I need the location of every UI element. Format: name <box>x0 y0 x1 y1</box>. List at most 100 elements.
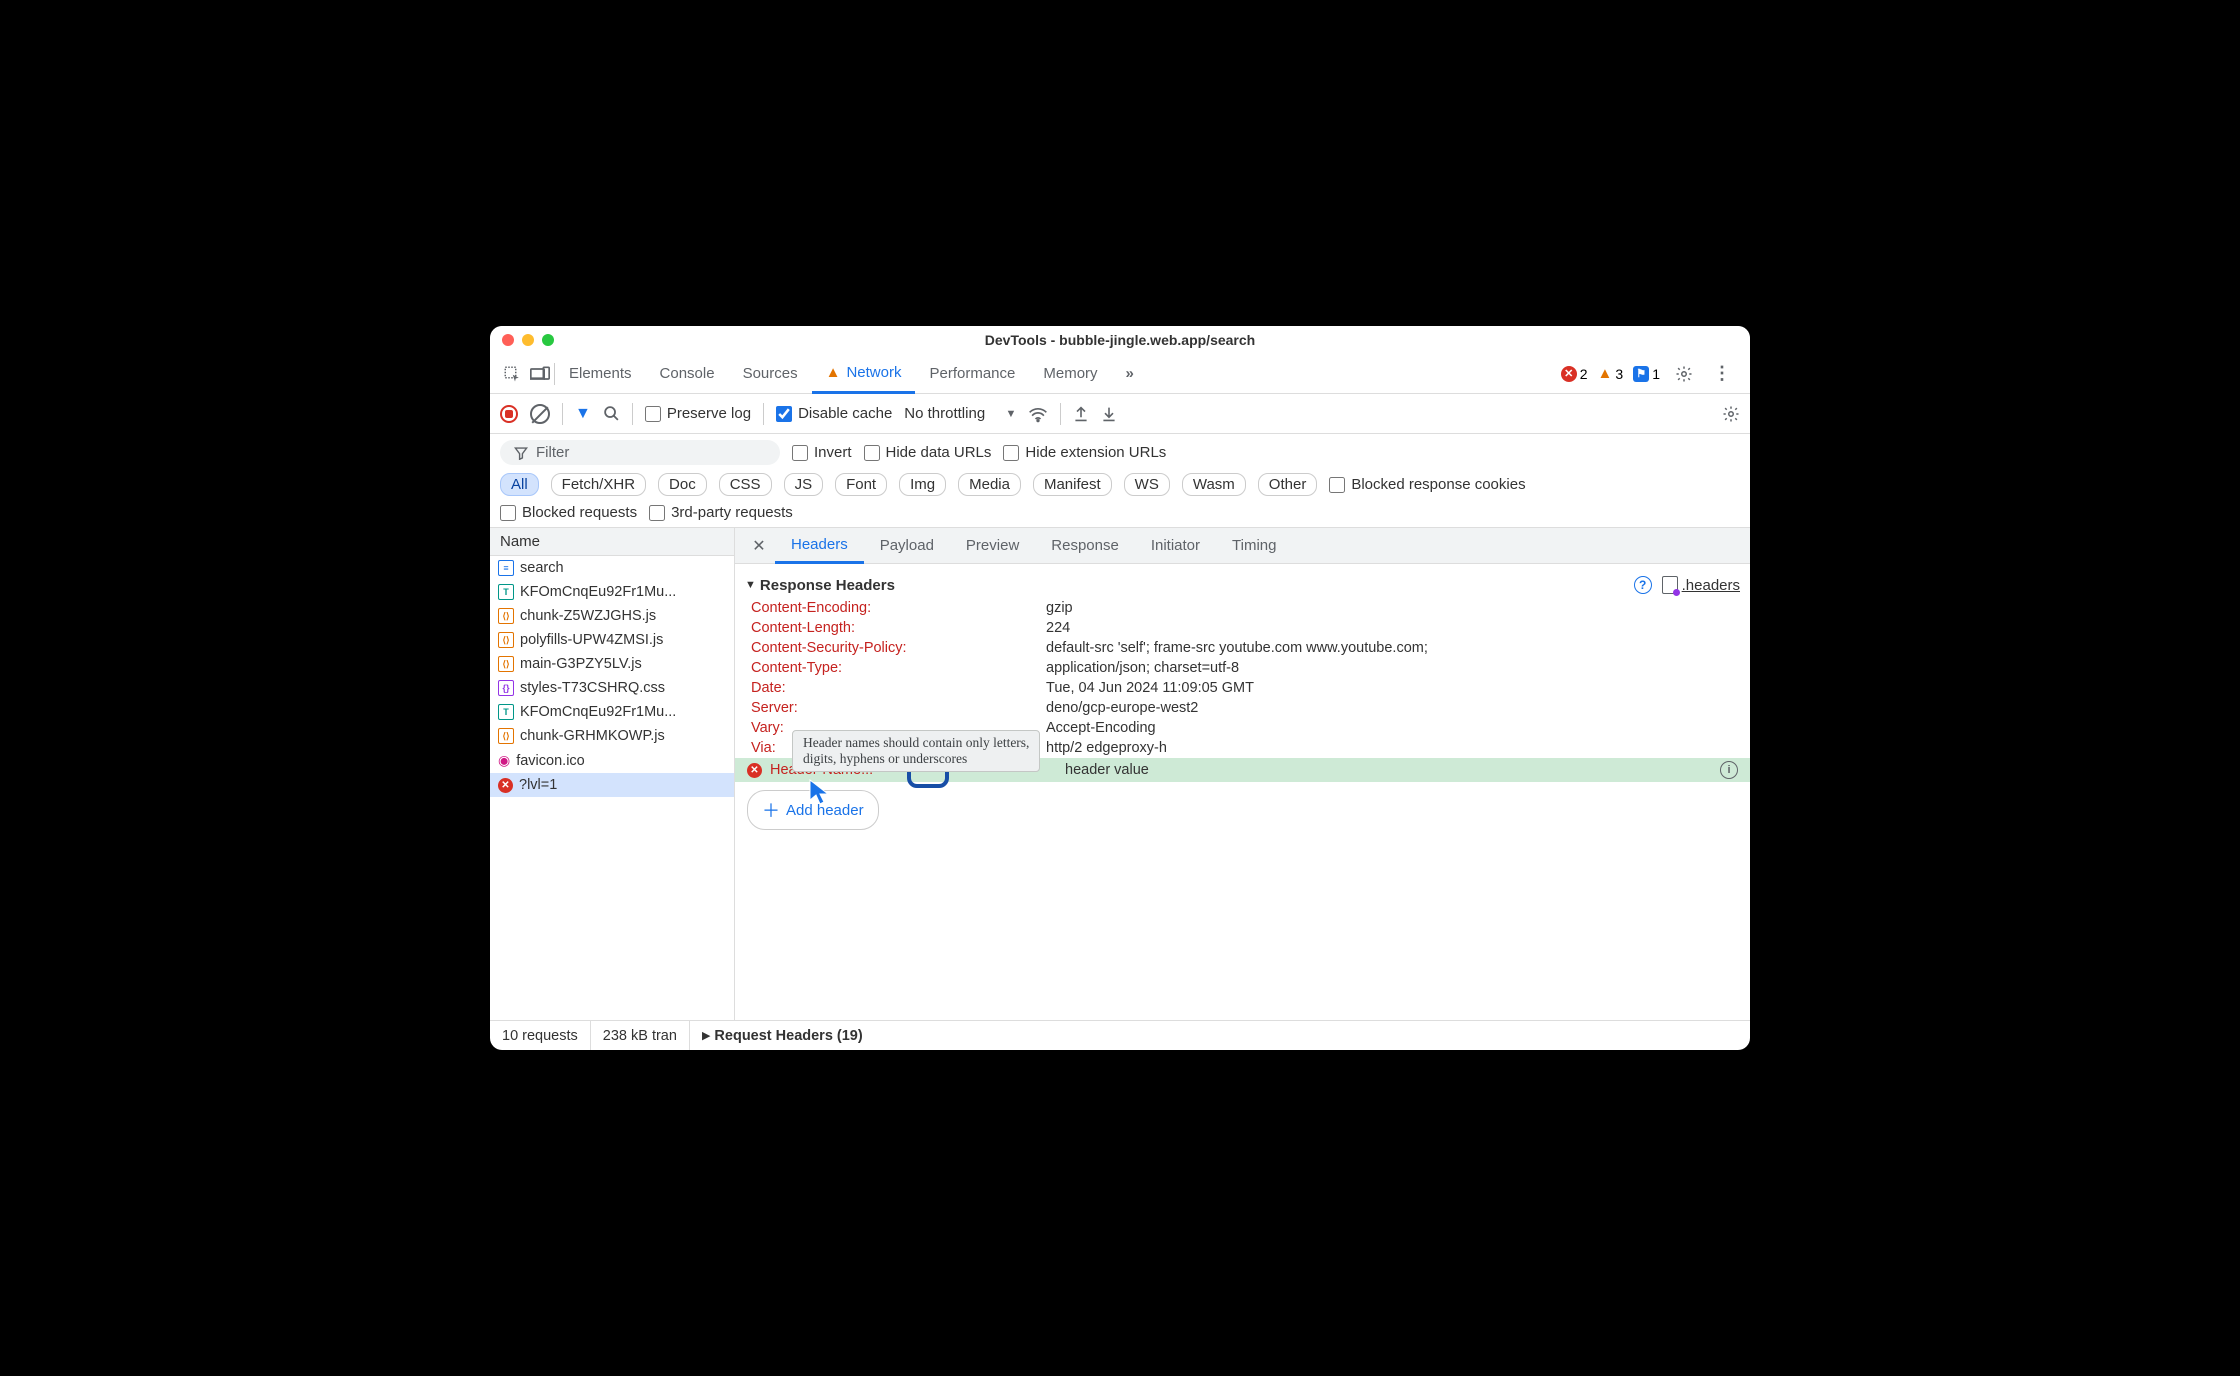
file-type-icon: ⟨⟩ <box>498 656 514 672</box>
close-window-button[interactable] <box>502 334 514 346</box>
remove-header-icon[interactable]: ✕ <box>747 763 762 778</box>
filter-type-media[interactable]: Media <box>958 473 1021 496</box>
request-name: main-G3PZY5LV.js <box>520 656 642 672</box>
new-header-value[interactable]: header value <box>1065 762 1149 778</box>
request-row[interactable]: ⟨⟩polyfills-UPW4ZMSI.js <box>490 628 734 652</box>
request-row[interactable]: ⟨⟩chunk-Z5WZJGHS.js <box>490 604 734 628</box>
header-value: application/json; charset=utf-8 <box>1046 660 1239 676</box>
subtab-headers[interactable]: Headers <box>775 528 864 564</box>
file-type-icon: ⟨⟩ <box>498 632 514 648</box>
new-header-row[interactable]: ✕ Header-Name!!! Header names should con… <box>735 758 1750 782</box>
filter-type-fetch[interactable]: Fetch/XHR <box>551 473 646 496</box>
tab-console[interactable]: Console <box>646 354 729 394</box>
clear-button[interactable] <box>530 404 550 424</box>
headers-pane: ▼ Response Headers ? .headers Content-En… <box>735 564 1750 1020</box>
upload-har-icon[interactable] <box>1073 405 1089 423</box>
disclosure-triangle-icon: ▼ <box>745 579 756 591</box>
header-row: Server:deno/gcp-europe-west2 <box>735 698 1750 718</box>
filter-type-other[interactable]: Other <box>1258 473 1318 496</box>
record-button[interactable] <box>500 405 518 423</box>
tab-memory[interactable]: Memory <box>1029 354 1111 394</box>
column-header-name[interactable]: Name <box>490 528 734 556</box>
filter-type-ws[interactable]: WS <box>1124 473 1170 496</box>
errors-badge[interactable]: ✕2 <box>1561 366 1588 382</box>
request-name: chunk-GRHMKOWP.js <box>520 728 665 744</box>
subtab-initiator[interactable]: Initiator <box>1135 528 1216 564</box>
disable-cache-checkbox[interactable]: Disable cache <box>776 405 892 422</box>
filter-type-css[interactable]: CSS <box>719 473 772 496</box>
filter-type-manifest[interactable]: Manifest <box>1033 473 1112 496</box>
settings-gear-icon[interactable] <box>1670 360 1698 388</box>
request-row[interactable]: T KFOmCnqEu92Fr1Mu... <box>490 700 734 724</box>
request-row[interactable]: ⟨⟩ main-G3PZY5LV.js <box>490 652 734 676</box>
header-name: Content-Type: <box>751 660 1046 676</box>
invert-checkbox[interactable]: Invert <box>792 444 852 461</box>
subtab-response[interactable]: Response <box>1035 528 1135 564</box>
file-type-icon: {} <box>498 680 514 696</box>
network-conditions-icon[interactable] <box>1028 405 1048 423</box>
tab-network[interactable]: ▲Network <box>812 354 916 394</box>
devtools-window: DevTools - bubble-jingle.web.app/search … <box>490 326 1750 1050</box>
blocked-requests-checkbox[interactable]: Blocked requests <box>500 504 637 521</box>
minimize-window-button[interactable] <box>522 334 534 346</box>
request-row[interactable]: ✕?lvl=1 <box>490 773 734 797</box>
response-headers-section[interactable]: ▼ Response Headers ? .headers <box>735 572 1750 598</box>
request-row[interactable]: {}styles-T73CSHRQ.css <box>490 676 734 700</box>
header-name: Content-Length: <box>751 620 1046 636</box>
subtab-preview[interactable]: Preview <box>950 528 1035 564</box>
blocked-cookies-checkbox[interactable]: Blocked response cookies <box>1329 476 1525 493</box>
chevron-down-icon: ▼ <box>1006 408 1017 420</box>
subtab-timing[interactable]: Timing <box>1216 528 1292 564</box>
header-value: default-src 'self'; frame-src youtube.co… <box>1046 640 1428 656</box>
third-party-checkbox[interactable]: 3rd-party requests <box>649 504 793 521</box>
search-icon[interactable] <box>603 405 620 422</box>
details-pane: ✕ Headers Payload Preview Response Initi… <box>735 528 1750 1020</box>
preserve-log-checkbox[interactable]: Preserve log <box>645 405 751 422</box>
request-row[interactable]: ◉favicon.ico <box>490 748 734 773</box>
download-har-icon[interactable] <box>1101 405 1117 423</box>
request-name: KFOmCnqEu92Fr1Mu... <box>520 704 676 720</box>
throttling-select[interactable]: No throttling ▼ <box>904 405 1016 422</box>
zoom-window-button[interactable] <box>542 334 554 346</box>
tab-sources[interactable]: Sources <box>729 354 812 394</box>
filter-type-doc[interactable]: Doc <box>658 473 707 496</box>
tab-more[interactable]: » <box>1112 354 1148 394</box>
filter-funnel-icon[interactable]: ▼ <box>575 405 591 423</box>
file-type-icon: ≡ <box>498 560 514 576</box>
kebab-menu-icon[interactable]: ⋮ <box>1708 360 1736 388</box>
headers-file-link[interactable]: .headers <box>1662 576 1740 594</box>
filter-type-wasm[interactable]: Wasm <box>1182 473 1246 496</box>
tab-elements[interactable]: Elements <box>555 354 646 394</box>
main-tabs: Elements Console Sources ▲Network Perfor… <box>490 354 1750 394</box>
error-icon: ✕ <box>498 778 513 793</box>
request-headers-section[interactable]: ▶ Request Headers (19) <box>690 1021 875 1050</box>
hide-data-urls-checkbox[interactable]: Hide data URLs <box>864 444 992 461</box>
issue-flag-icon: ⚑ <box>1633 366 1649 382</box>
new-header-name[interactable]: Header-Name!!! Header names should conta… <box>770 762 1057 778</box>
warnings-badge[interactable]: ▲3 <box>1598 365 1624 382</box>
filter-input[interactable]: Filter <box>500 440 780 465</box>
info-icon[interactable]: i <box>1720 761 1738 779</box>
file-type-icon: ⟨⟩ <box>498 608 514 624</box>
filter-type-font[interactable]: Font <box>835 473 887 496</box>
filter-type-all[interactable]: All <box>500 473 539 496</box>
toolbar-settings-gear-icon[interactable] <box>1722 405 1740 423</box>
issues-badge[interactable]: ⚑1 <box>1633 366 1660 382</box>
request-row[interactable]: TKFOmCnqEu92Fr1Mu... <box>490 580 734 604</box>
file-type-icon: T <box>498 704 514 720</box>
request-row[interactable]: ⟨⟩chunk-GRHMKOWP.js <box>490 724 734 748</box>
content-area: Name ≡searchTKFOmCnqEu92Fr1Mu...⟨⟩chunk-… <box>490 528 1750 1020</box>
file-override-icon <box>1662 576 1678 594</box>
inspect-element-icon[interactable] <box>498 360 526 388</box>
close-details-icon[interactable]: ✕ <box>743 536 775 556</box>
device-toolbar-icon[interactable] <box>526 360 554 388</box>
filter-type-img[interactable]: Img <box>899 473 946 496</box>
hide-extension-urls-checkbox[interactable]: Hide extension URLs <box>1003 444 1166 461</box>
filter-type-js[interactable]: JS <box>784 473 824 496</box>
footer-requests: 10 requests <box>490 1021 591 1050</box>
tab-performance[interactable]: Performance <box>915 354 1029 394</box>
subtab-payload[interactable]: Payload <box>864 528 950 564</box>
header-value: deno/gcp-europe-west2 <box>1046 700 1198 716</box>
request-row[interactable]: ≡search <box>490 556 734 580</box>
help-icon[interactable]: ? <box>1634 576 1652 594</box>
